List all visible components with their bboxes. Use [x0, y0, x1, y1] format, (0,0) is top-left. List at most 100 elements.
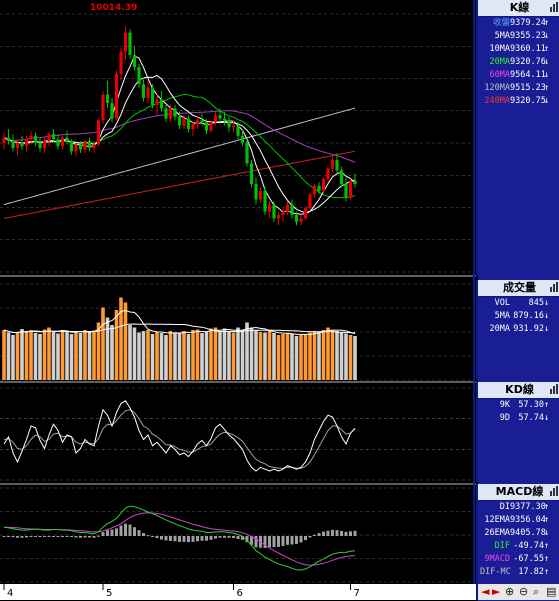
candle-body — [317, 185, 321, 191]
legend-label: 5MA — [494, 311, 510, 321]
legend-arrow: ↑ — [544, 567, 550, 577]
legend-label: 9K — [499, 400, 510, 410]
legend-label: 收盤 — [492, 18, 510, 28]
candle-body — [254, 184, 258, 200]
candle-body — [11, 141, 15, 148]
candle-body — [344, 184, 348, 198]
candle-body — [38, 142, 42, 148]
volume-bar — [285, 333, 290, 380]
volume-bar — [2, 330, 6, 380]
macd-osc-bar — [142, 533, 145, 536]
kd-lines — [3, 400, 356, 472]
candle-body — [56, 139, 60, 147]
search-icon[interactable]: ⌕ — [533, 586, 539, 598]
candle-body — [339, 170, 344, 184]
panel-bar-icon[interactable] — [550, 384, 558, 394]
volume-bar — [254, 330, 258, 380]
legend-arrow: ↓ — [544, 298, 550, 308]
macd-osc-bar — [146, 535, 150, 537]
panel-bar-icon[interactable] — [550, 2, 558, 12]
candle-body — [20, 142, 24, 147]
grid-lines — [0, 0, 476, 584]
legend-arrow: ↑ — [544, 515, 550, 525]
legend-arrow: ↑ — [544, 18, 550, 28]
volume-bar — [29, 330, 33, 380]
volume-bar — [114, 310, 119, 380]
candlesticks — [2, 26, 357, 226]
volume-bar — [236, 327, 240, 380]
legend-label: 20MA — [489, 324, 510, 334]
price-panel-header: K線 — [478, 0, 559, 17]
candle-body — [15, 142, 20, 148]
volume-bar — [191, 330, 195, 380]
legend-value: 9405.78 — [510, 528, 546, 538]
legend-label: DIF-MC — [480, 567, 511, 577]
volume-bar — [240, 330, 245, 380]
macd-osc-bar — [11, 536, 15, 538]
macd-osc-bar — [344, 531, 348, 536]
volume-bar — [290, 334, 294, 380]
candle-body — [42, 141, 47, 148]
volume-bar — [353, 336, 357, 380]
panel-bar-icon[interactable] — [550, 282, 558, 292]
candle-body — [249, 163, 254, 184]
legend-value: 9379.24 — [510, 18, 546, 28]
macd-osc-bar — [52, 536, 55, 537]
panel-toggle-icon[interactable]: ▤ — [546, 586, 556, 598]
candle-body — [213, 115, 218, 123]
legend-arrow: ↓ — [544, 528, 550, 538]
volume-bar — [92, 330, 96, 380]
macd-panel-header: MACD線 — [478, 484, 559, 501]
volume-bar — [155, 332, 159, 380]
macd-osc-bar — [340, 531, 343, 536]
candle-body — [114, 73, 119, 119]
volume-bar — [182, 331, 186, 380]
zoom-out-icon[interactable]: ⊖ — [519, 586, 528, 598]
macd-osc-bar — [88, 536, 91, 538]
legend-label: DI — [499, 502, 510, 512]
volume-bar — [65, 331, 69, 380]
zoom-in-icon[interactable]: ⊕ — [505, 586, 514, 598]
macd-osc-bar — [268, 536, 271, 548]
macd-osc-bar — [209, 536, 213, 540]
candle-body — [83, 141, 87, 150]
volume-bar — [42, 329, 47, 380]
macd-osc-bar — [164, 536, 168, 541]
macd-osc-bar — [29, 536, 33, 537]
candle-body — [258, 190, 263, 200]
candle-body — [155, 99, 159, 105]
candle-body — [348, 180, 353, 198]
scroll-right-icon[interactable]: ► — [492, 586, 500, 598]
volume-bar — [168, 331, 173, 380]
volume-bar — [15, 332, 20, 380]
x-axis-tick-label: 5 — [106, 588, 112, 599]
candle-body — [240, 135, 245, 143]
panel-bar-icon[interactable] — [550, 486, 558, 496]
macd-osc-bar — [115, 528, 118, 536]
candle-body — [2, 137, 6, 143]
macd-osc-bar — [331, 529, 334, 536]
legend-arrow: ↓ — [544, 70, 550, 80]
kd-panel-title: KD線 — [505, 383, 534, 396]
candle-body — [47, 134, 51, 141]
volume-bar — [231, 332, 236, 380]
macd-osc-bar — [232, 536, 235, 539]
candle-body — [128, 32, 132, 55]
candle-body — [276, 214, 281, 219]
legend-label: 26EMA — [484, 528, 510, 538]
macd-osc-bar — [65, 536, 69, 537]
macd-osc-bar — [272, 536, 276, 548]
volume-bar — [105, 317, 110, 380]
candle-body — [281, 211, 285, 215]
volume-bar — [276, 335, 281, 380]
macd-panel-title: MACD線 — [495, 485, 544, 498]
macd-osc-bar — [74, 536, 78, 538]
volume-bar — [267, 331, 272, 380]
scroll-left-icon[interactable]: ◄ — [481, 586, 489, 598]
candle-body — [65, 137, 69, 141]
volume-bar — [11, 335, 15, 380]
candle-body — [272, 204, 276, 219]
candle-body — [96, 120, 101, 145]
macd-osc-bar — [290, 536, 294, 545]
macd-osc-bar — [34, 536, 37, 537]
